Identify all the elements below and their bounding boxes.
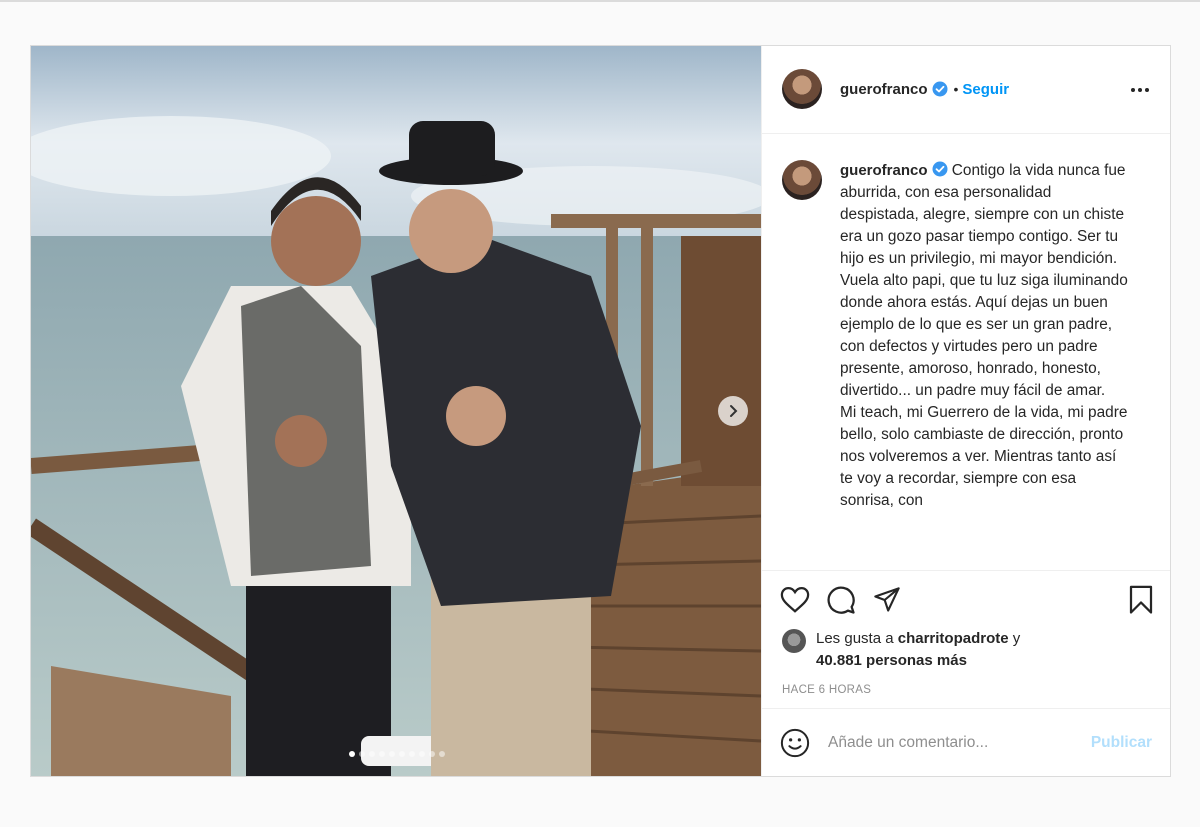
- share-icon: [874, 587, 900, 612]
- post-image: [31, 46, 761, 776]
- post-timestamp[interactable]: HACE 6 HORAS: [762, 684, 1170, 708]
- liked-by-link[interactable]: charritopadrote: [898, 630, 1009, 647]
- verified-badge-icon: [932, 161, 948, 177]
- caption-area: guerofranco Contigo la vida nunca fue ab…: [762, 134, 1170, 571]
- liker-avatar[interactable]: [782, 629, 806, 654]
- carousel-dot: [439, 751, 445, 757]
- carousel-dot: [409, 751, 415, 757]
- save-button[interactable]: [1128, 585, 1154, 615]
- carousel-dot: [349, 751, 355, 757]
- carousel-dot: [419, 751, 425, 757]
- caption-text: Contigo la vida nunca fue aburrida, con …: [840, 161, 1128, 509]
- caption-avatar[interactable]: [782, 159, 822, 200]
- comment-icon: [827, 586, 855, 614]
- follow-button[interactable]: Seguir: [962, 81, 1009, 98]
- carousel-dot: [389, 751, 395, 757]
- post-header: guerofranco • Seguir: [762, 46, 1170, 134]
- carousel-dots: [349, 751, 445, 757]
- post-card: guerofranco • Seguir guerofranco Contigo…: [30, 45, 1171, 777]
- carousel-dot: [359, 751, 365, 757]
- comment-input[interactable]: [828, 733, 1091, 752]
- comment-button[interactable]: [826, 585, 856, 615]
- emoji-icon: [780, 728, 810, 757]
- separator-dot: •: [953, 81, 959, 98]
- comment-form: Publicar: [762, 708, 1170, 776]
- action-bar: [762, 570, 1170, 628]
- bookmark-icon: [1129, 585, 1153, 614]
- more-options-icon: [1131, 88, 1149, 93]
- publish-button[interactable]: Publicar: [1091, 734, 1152, 752]
- post-photo[interactable]: [31, 46, 761, 776]
- more-options-button[interactable]: [1130, 80, 1150, 98]
- share-button[interactable]: [872, 586, 902, 614]
- heart-icon: [780, 586, 810, 613]
- avatar[interactable]: [782, 69, 822, 110]
- carousel-dot: [379, 751, 385, 757]
- verified-badge-icon: [932, 81, 948, 97]
- post-sidebar: guerofranco • Seguir guerofranco Contigo…: [761, 46, 1170, 776]
- next-image-button[interactable]: [718, 396, 748, 426]
- carousel-dot: [429, 751, 435, 757]
- emoji-button[interactable]: [780, 728, 810, 758]
- like-button[interactable]: [780, 586, 810, 614]
- caption: guerofranco Contigo la vida nunca fue ab…: [840, 160, 1130, 571]
- likes-text: Les gusta a charritopadrote y 40.881 per…: [816, 628, 1020, 672]
- likes-prefix: Les gusta a: [816, 630, 894, 648]
- username-link[interactable]: guerofranco: [840, 81, 928, 98]
- carousel-dot: [369, 751, 375, 757]
- carousel-dot: [399, 751, 405, 757]
- likes-connector: y: [1012, 630, 1021, 648]
- chevron-right-icon: [730, 405, 738, 417]
- likes-count-link[interactable]: 40.881 personas más: [816, 652, 967, 669]
- top-border: [0, 0, 1200, 2]
- caption-username[interactable]: guerofranco: [840, 162, 928, 179]
- likes-summary: Les gusta a charritopadrote y 40.881 per…: [762, 628, 1170, 672]
